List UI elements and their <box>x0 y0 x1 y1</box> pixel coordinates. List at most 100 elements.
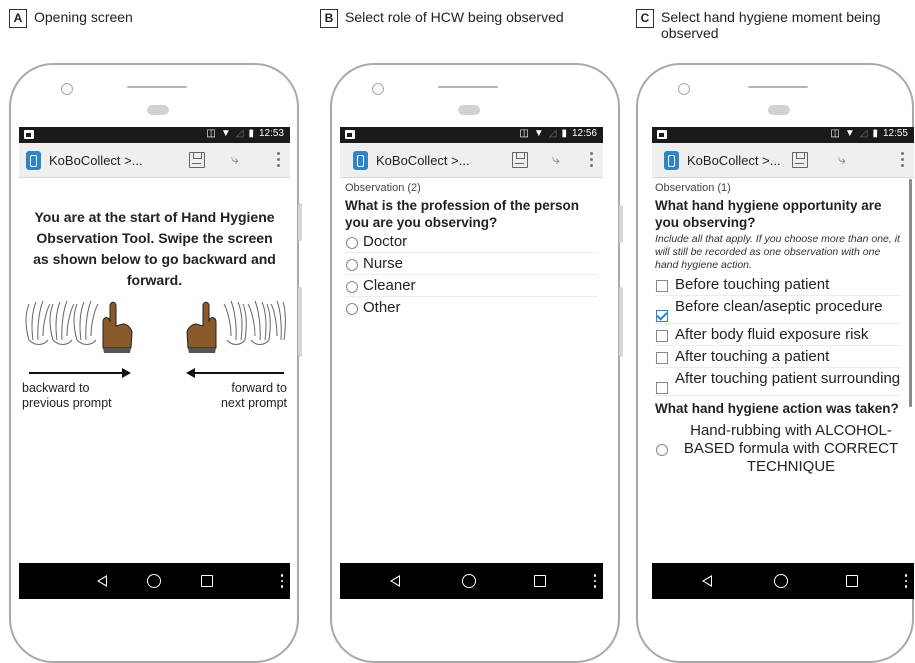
option-doctor[interactable]: Doctor <box>345 231 598 253</box>
status-icons: ◫ ▼ ◿ ▮ 12:53 <box>206 128 284 139</box>
navigate-icon[interactable]: ⤷ <box>838 151 846 168</box>
option-label: Before touching patient <box>675 275 830 293</box>
app-bar: KoBoCollect >... ⤷ <box>340 143 603 178</box>
wifi-icon: ▼ <box>220 128 231 139</box>
side-button <box>298 203 302 241</box>
earpiece <box>768 105 790 115</box>
back-icon[interactable] <box>97 575 107 587</box>
radio-button[interactable] <box>346 258 358 271</box>
app-bar: KoBoCollect >... ⤷ <box>19 143 290 178</box>
app-title[interactable]: KoBoCollect >... <box>49 153 143 168</box>
side-button <box>298 287 302 357</box>
scrollbar[interactable] <box>909 179 912 407</box>
kobocollect-app-icon <box>664 150 679 170</box>
overflow-menu-icon[interactable] <box>901 152 904 167</box>
option-label: Doctor <box>363 232 408 250</box>
battery-icon: ▮ <box>248 128 254 139</box>
option-label: Cleaner <box>363 276 416 294</box>
back-icon[interactable] <box>390 575 400 587</box>
battery-icon: ▮ <box>561 128 567 139</box>
side-button <box>619 205 623 243</box>
panel-caption-a: Opening screen <box>34 9 133 25</box>
panel-caption-c: Select hand hygiene moment being observe… <box>661 9 881 41</box>
question-hint: Include all that apply. If you choose mo… <box>655 233 900 271</box>
status-time: 12:53 <box>258 128 284 139</box>
home-icon[interactable] <box>774 574 788 588</box>
overflow-menu-icon[interactable] <box>277 152 280 167</box>
save-icon[interactable] <box>792 152 808 168</box>
option-after-body-fluid[interactable]: After body fluid exposure risk <box>655 324 901 346</box>
home-icon[interactable] <box>462 574 476 588</box>
signal-icon: ◿ <box>859 128 868 139</box>
android-nav-bar <box>652 563 914 599</box>
checkbox[interactable] <box>656 329 668 342</box>
speaker-grille <box>438 86 498 88</box>
signal-icon: ◿ <box>235 128 244 139</box>
save-icon[interactable] <box>189 152 205 168</box>
option-label: After touching patient surrounding <box>675 369 901 387</box>
navigate-icon[interactable]: ⤷ <box>552 151 560 168</box>
recents-icon[interactable] <box>534 575 546 587</box>
home-icon[interactable] <box>147 574 161 588</box>
overflow-menu-icon[interactable] <box>593 574 596 588</box>
app-title[interactable]: KoBoCollect >... <box>687 153 781 168</box>
forward-label: forward to next prompt <box>220 381 287 410</box>
swipe-hands-illustration <box>25 300 286 353</box>
radio-button[interactable] <box>346 302 358 315</box>
forward-hands <box>223 300 286 345</box>
side-button <box>619 287 623 357</box>
option-before-touching-patient[interactable]: Before touching patient <box>655 274 901 296</box>
status-time: 12:55 <box>882 128 908 139</box>
radio-button[interactable] <box>346 280 358 293</box>
profession-options: Doctor Nurse Cleaner Other <box>340 231 603 318</box>
vibrate-icon: ◫ <box>206 128 216 139</box>
save-icon[interactable] <box>512 152 528 168</box>
checkbox-checked[interactable] <box>656 309 668 322</box>
option-before-aseptic-procedure[interactable]: Before clean/aseptic procedure <box>655 296 901 324</box>
option-after-touching-patient[interactable]: After touching a patient <box>655 346 901 368</box>
option-label: Other <box>363 298 401 316</box>
option-label: Before clean/aseptic procedure <box>675 297 883 315</box>
overflow-menu-icon[interactable] <box>280 574 283 588</box>
app-bar: KoBoCollect >... ⤷ <box>652 143 914 178</box>
checkbox[interactable] <box>656 279 668 292</box>
status-icons: ◫ ▼ ◿ ▮ 12:56 <box>519 128 597 139</box>
recents-icon[interactable] <box>201 575 213 587</box>
radio-button[interactable] <box>656 443 668 456</box>
front-camera <box>372 83 384 95</box>
app-title[interactable]: KoBoCollect >... <box>376 153 470 168</box>
navigate-icon[interactable]: ⤷ <box>231 151 239 168</box>
signal-icon: ◿ <box>548 128 557 139</box>
wifi-icon: ▼ <box>533 128 544 139</box>
backward-arrowhead <box>122 368 131 378</box>
recents-icon[interactable] <box>846 575 858 587</box>
vibrate-icon: ◫ <box>519 128 529 139</box>
option-hand-rubbing[interactable]: Hand-rubbing with ALCOHOL-BASED formula … <box>655 420 909 477</box>
panel-letter-a: A <box>9 9 27 28</box>
question-action: What hand hygiene action was taken? <box>655 401 899 416</box>
speaker-grille <box>748 86 808 88</box>
checkbox[interactable] <box>656 381 668 394</box>
option-after-touching-surrounding[interactable]: After touching patient surrounding <box>655 368 901 396</box>
option-cleaner[interactable]: Cleaner <box>345 275 598 297</box>
panel-a-header: A Opening screen <box>9 9 234 28</box>
battery-icon: ▮ <box>872 128 878 139</box>
observation-counter: Observation (2) <box>345 182 421 194</box>
phone-a: ◫ ▼ ◿ ▮ 12:53 KoBoCollect >... ⤷ You are… <box>9 63 302 663</box>
status-bar: ◫ ▼ ◿ ▮ 12:56 <box>340 127 603 143</box>
backward-hand-solid <box>102 301 133 353</box>
question-opportunity: What hand hygiene opportunity are you ob… <box>655 198 882 230</box>
overflow-menu-icon[interactable] <box>590 152 593 167</box>
radio-button[interactable] <box>346 236 358 249</box>
checkbox[interactable] <box>656 351 668 364</box>
android-nav-bar <box>19 563 290 599</box>
panel-letter-c: C <box>636 9 654 28</box>
forward-arrowhead <box>186 368 195 378</box>
option-nurse[interactable]: Nurse <box>345 253 598 275</box>
option-label: After body fluid exposure risk <box>675 325 869 343</box>
overflow-menu-icon[interactable] <box>904 574 907 588</box>
back-icon[interactable] <box>702 575 712 587</box>
option-other[interactable]: Other <box>345 297 598 318</box>
gallery-icon <box>345 130 355 139</box>
forward-hand-solid <box>186 301 217 353</box>
